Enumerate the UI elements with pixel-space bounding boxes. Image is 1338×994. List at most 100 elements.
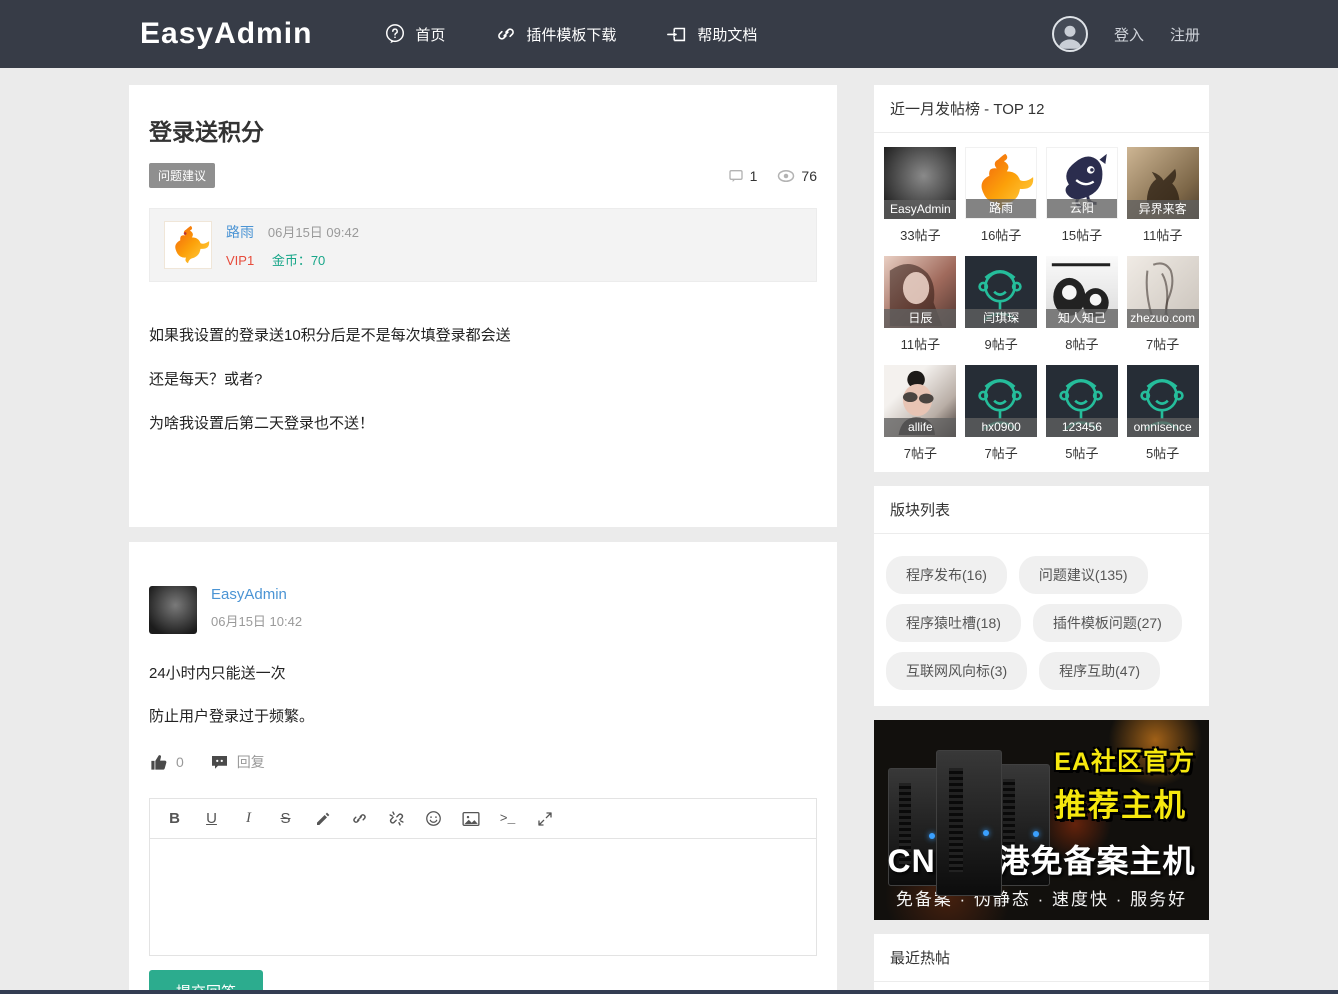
thread-tag[interactable]: 问题建议 bbox=[149, 163, 216, 188]
top-poster[interactable]: zhezuo.com 7帖子 bbox=[1122, 256, 1203, 353]
poster-count: 9帖子 bbox=[984, 337, 1018, 352]
top-poster[interactable]: hx0900 7帖子 bbox=[961, 365, 1042, 462]
poster-name: zhezuo.com bbox=[1126, 309, 1199, 328]
document-export-icon bbox=[666, 23, 688, 45]
ad-line4: 免备案 · 伪静态 · 速度快 · 服务好 bbox=[895, 890, 1188, 909]
nav-item-plugins[interactable]: 插件模板下载 bbox=[495, 23, 616, 45]
poster-count: 8帖子 bbox=[1065, 337, 1099, 352]
poster-name: 异界来客 bbox=[1126, 200, 1199, 219]
poster-name: 闫琪琛 bbox=[965, 309, 1038, 328]
reply-avatar[interactable] bbox=[149, 586, 197, 634]
board-list-card: 版块列表 程序发布(16) 问题建议(135) 程序猿吐槽(18) 插件模板问题… bbox=[874, 486, 1209, 706]
comment-count-value: 1 bbox=[749, 167, 758, 184]
author-avatar[interactable] bbox=[164, 221, 212, 269]
strikethrough-icon[interactable]: S bbox=[267, 804, 304, 834]
nav-menu: 首页 插件模板下载 帮助文档 bbox=[384, 23, 757, 45]
navbar: EasyAdmin 首页 插件模板下载 帮助文档 登入 注册 bbox=[0, 0, 1338, 68]
user-avatar-icon[interactable] bbox=[1051, 16, 1088, 52]
post-paragraph: 如果我设置的登录送10积分后是不是每次填登录都会送 bbox=[149, 327, 511, 344]
hosting-ad-banner[interactable]: EA社区官方 推荐主机 CN2 香港免备案主机 免备案 · 伪静态 · 速度快 … bbox=[874, 720, 1209, 920]
reply-card: EasyAdmin 06月15日 10:42 24小时内只能送一次 防止用户登录… bbox=[129, 542, 837, 994]
pencil-icon[interactable] bbox=[304, 804, 341, 834]
coin-balance: 金币：70 bbox=[271, 252, 326, 268]
poster-avatar: 异界来客 bbox=[1126, 147, 1199, 219]
nav-item-label: 插件模板下载 bbox=[526, 26, 617, 44]
reply-author-info: EasyAdmin 06月15日 10:42 bbox=[211, 586, 302, 634]
board-pill[interactable]: 程序发布(16) bbox=[886, 556, 1007, 594]
poster-count: 11帖子 bbox=[1142, 228, 1183, 243]
top-posters-grid: EasyAdmin 33帖子 路雨 16帖子 云阳 15帖子 异界来客 11帖子… bbox=[874, 133, 1209, 472]
poster-avatar: 日辰 bbox=[884, 256, 957, 328]
hot-posts-card: 最近热帖 怎么没有插入视频的菜单 98 测试发邮箱出现问题。。。 92 bbox=[874, 934, 1209, 994]
vip-badge: VIP1 bbox=[226, 252, 255, 268]
top-poster[interactable]: 123456 5帖子 bbox=[1042, 365, 1123, 462]
top-poster[interactable]: 异界来客 11帖子 bbox=[1122, 147, 1203, 244]
poster-name: 知人知己 bbox=[1045, 309, 1118, 328]
like-button[interactable]: 0 bbox=[149, 753, 184, 772]
nav-item-docs[interactable]: 帮助文档 bbox=[666, 23, 757, 45]
underline-icon[interactable]: U bbox=[193, 804, 230, 834]
poster-name: 路雨 bbox=[966, 199, 1037, 218]
thread-meta: 问题建议 1 76 bbox=[149, 163, 817, 188]
poster-count: 11帖子 bbox=[900, 337, 941, 352]
poster-avatar: hx0900 bbox=[965, 365, 1038, 437]
italic-icon[interactable]: I bbox=[230, 804, 267, 834]
footer-top-edge bbox=[0, 990, 1338, 994]
eye-icon bbox=[777, 169, 795, 183]
link-icon bbox=[495, 23, 517, 45]
ad-line2: 推荐主机 bbox=[1055, 788, 1187, 823]
reply-author-name[interactable]: EasyAdmin bbox=[211, 586, 302, 603]
poster-name: 日辰 bbox=[884, 309, 957, 328]
reply-bubble-icon bbox=[210, 753, 229, 771]
poster-avatar: 路雨 bbox=[965, 147, 1038, 219]
reply-editor: B U I S >_ bbox=[149, 798, 817, 956]
login-link[interactable]: 登入 bbox=[1114, 24, 1144, 45]
top-poster[interactable]: 闫琪琛 9帖子 bbox=[961, 256, 1042, 353]
nav-item-home[interactable]: 首页 bbox=[384, 23, 445, 45]
bold-icon[interactable]: B bbox=[156, 804, 193, 834]
insert-image-icon[interactable] bbox=[452, 804, 489, 834]
author-name[interactable]: 路雨 bbox=[226, 224, 254, 240]
comment-icon bbox=[728, 168, 744, 184]
top-poster[interactable]: 云阳 15帖子 bbox=[1042, 147, 1123, 244]
remove-link-icon[interactable] bbox=[378, 804, 415, 834]
top-poster[interactable]: 路雨 16帖子 bbox=[961, 147, 1042, 244]
author-info: 路雨 06月15日 09:42 VIP1 金币：70 bbox=[226, 222, 359, 269]
view-count-value: 76 bbox=[801, 167, 817, 184]
ad-line3: CN2 香港免备案主机 bbox=[887, 843, 1196, 879]
top-posters-card: 近一月发帖榜 - TOP 12 EasyAdmin 33帖子 路雨 16帖子 云… bbox=[874, 85, 1209, 472]
top-poster[interactable]: EasyAdmin 33帖子 bbox=[880, 147, 961, 244]
post-author-bar: 路雨 06月15日 09:42 VIP1 金币：70 bbox=[149, 208, 817, 282]
nav-right: 登入 注册 bbox=[1051, 16, 1200, 52]
fullscreen-icon[interactable] bbox=[526, 804, 563, 834]
code-terminal-icon[interactable]: >_ bbox=[489, 804, 526, 834]
board-pill[interactable]: 程序互助(47) bbox=[1039, 652, 1161, 690]
poster-avatar: 云阳 bbox=[1045, 147, 1118, 219]
board-pill[interactable]: 程序猿吐槽(18) bbox=[886, 604, 1021, 642]
emoji-icon[interactable] bbox=[415, 804, 452, 834]
insert-link-icon[interactable] bbox=[341, 804, 378, 834]
poster-avatar: allife bbox=[884, 365, 957, 437]
poster-count: 7帖子 bbox=[984, 446, 1018, 461]
poster-name: allife bbox=[884, 418, 957, 437]
board-pill[interactable]: 互联网风向标(3) bbox=[886, 652, 1028, 690]
register-link[interactable]: 注册 bbox=[1170, 24, 1200, 45]
editor-content[interactable] bbox=[150, 839, 816, 955]
top-poster[interactable]: 日辰 11帖子 bbox=[880, 256, 961, 353]
reply-header: EasyAdmin 06月15日 10:42 bbox=[149, 586, 817, 634]
reply-button[interactable]: 回复 bbox=[210, 752, 265, 772]
poster-name: hx0900 bbox=[965, 418, 1038, 437]
top-poster[interactable]: allife 7帖子 bbox=[880, 365, 961, 462]
board-pill[interactable]: 问题建议(135) bbox=[1018, 556, 1148, 594]
top-poster[interactable]: 知人知己 8帖子 bbox=[1042, 256, 1123, 353]
board-pill[interactable]: 插件模板问题(27) bbox=[1032, 604, 1182, 642]
main-column: 登录送积分 问题建议 1 76 路雨 06月15日 09:42 VIP1 金币：… bbox=[129, 85, 837, 994]
thread-stats: 1 76 bbox=[728, 168, 817, 184]
top-posters-title: 近一月发帖榜 - TOP 12 bbox=[874, 85, 1209, 133]
poster-count: 5帖子 bbox=[1146, 446, 1180, 461]
comment-count: 1 bbox=[728, 167, 758, 184]
logo[interactable]: EasyAdmin bbox=[140, 17, 312, 51]
top-poster[interactable]: omnisence 5帖子 bbox=[1122, 365, 1203, 462]
reply-actions: 0 回复 bbox=[149, 752, 817, 772]
hot-posts-title: 最近热帖 bbox=[874, 934, 1209, 982]
